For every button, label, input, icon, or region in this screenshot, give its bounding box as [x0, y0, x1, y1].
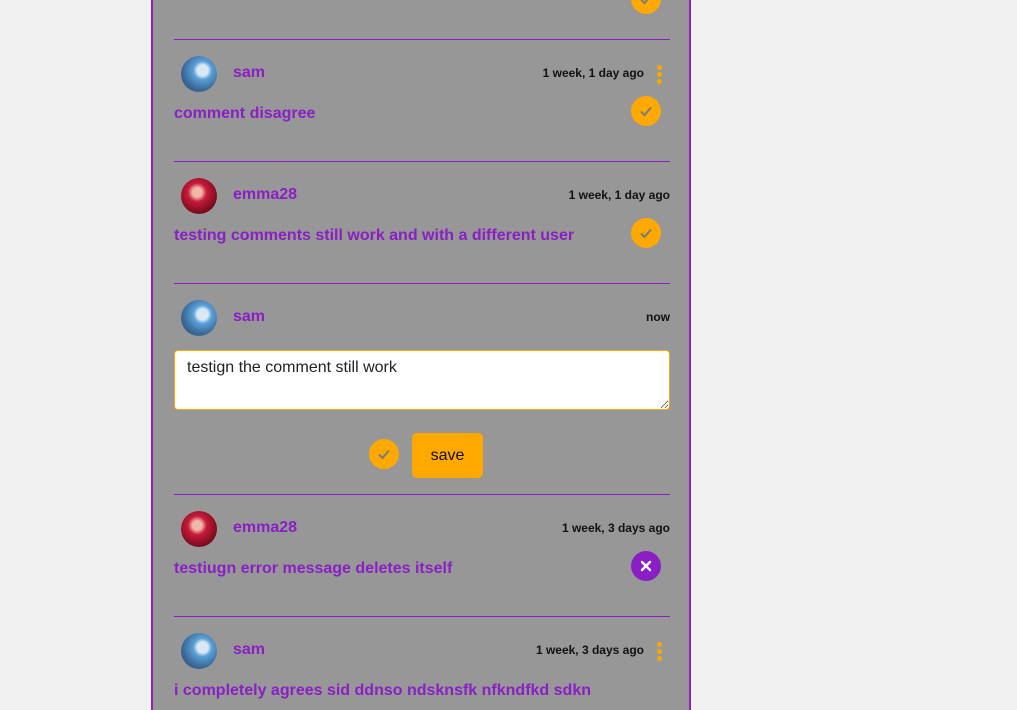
comment-username[interactable]: sam	[233, 308, 265, 326]
comment-timestamp: now	[646, 310, 670, 324]
comment-username[interactable]: sam	[233, 641, 265, 659]
divider	[174, 616, 670, 617]
comment-username[interactable]: emma28	[233, 186, 297, 204]
divider	[174, 161, 670, 162]
check-icon	[631, 96, 661, 126]
more-options-icon[interactable]	[656, 642, 662, 662]
comment-timestamp: 1 week, 3 days ago	[561, 521, 670, 535]
comment-username[interactable]: emma28	[233, 519, 297, 537]
avatar	[181, 300, 217, 336]
comments-panel: sam 1 week, 1 day ago comment disagree e…	[151, 0, 691, 710]
comment-timestamp: 1 week, 1 day ago	[542, 66, 644, 80]
check-icon	[631, 218, 661, 248]
avatar	[181, 633, 217, 669]
avatar	[181, 511, 217, 547]
comment-text: comment disagree	[174, 105, 316, 122]
save-button[interactable]: save	[412, 433, 483, 478]
comment-timestamp: 1 week, 3 days ago	[535, 643, 644, 657]
comment-username[interactable]: sam	[233, 64, 265, 82]
comment-text: testiugn error message deletes itself	[174, 560, 453, 577]
check-icon	[369, 439, 399, 469]
comment-text: i completely agrees sid ddnso ndsknsfk n…	[174, 682, 591, 699]
avatar	[181, 56, 217, 92]
divider	[174, 39, 670, 40]
avatar	[181, 178, 217, 214]
more-options-icon[interactable]	[656, 65, 662, 85]
divider	[174, 494, 670, 495]
divider	[174, 283, 670, 284]
comment-text: testing comments still work and with a d…	[174, 227, 575, 244]
comment-timestamp: 1 week, 1 day ago	[568, 188, 670, 202]
check-icon	[631, 0, 661, 14]
close-icon[interactable]	[631, 551, 661, 581]
edit-comment-textarea[interactable]: testign the comment still work	[174, 350, 670, 410]
